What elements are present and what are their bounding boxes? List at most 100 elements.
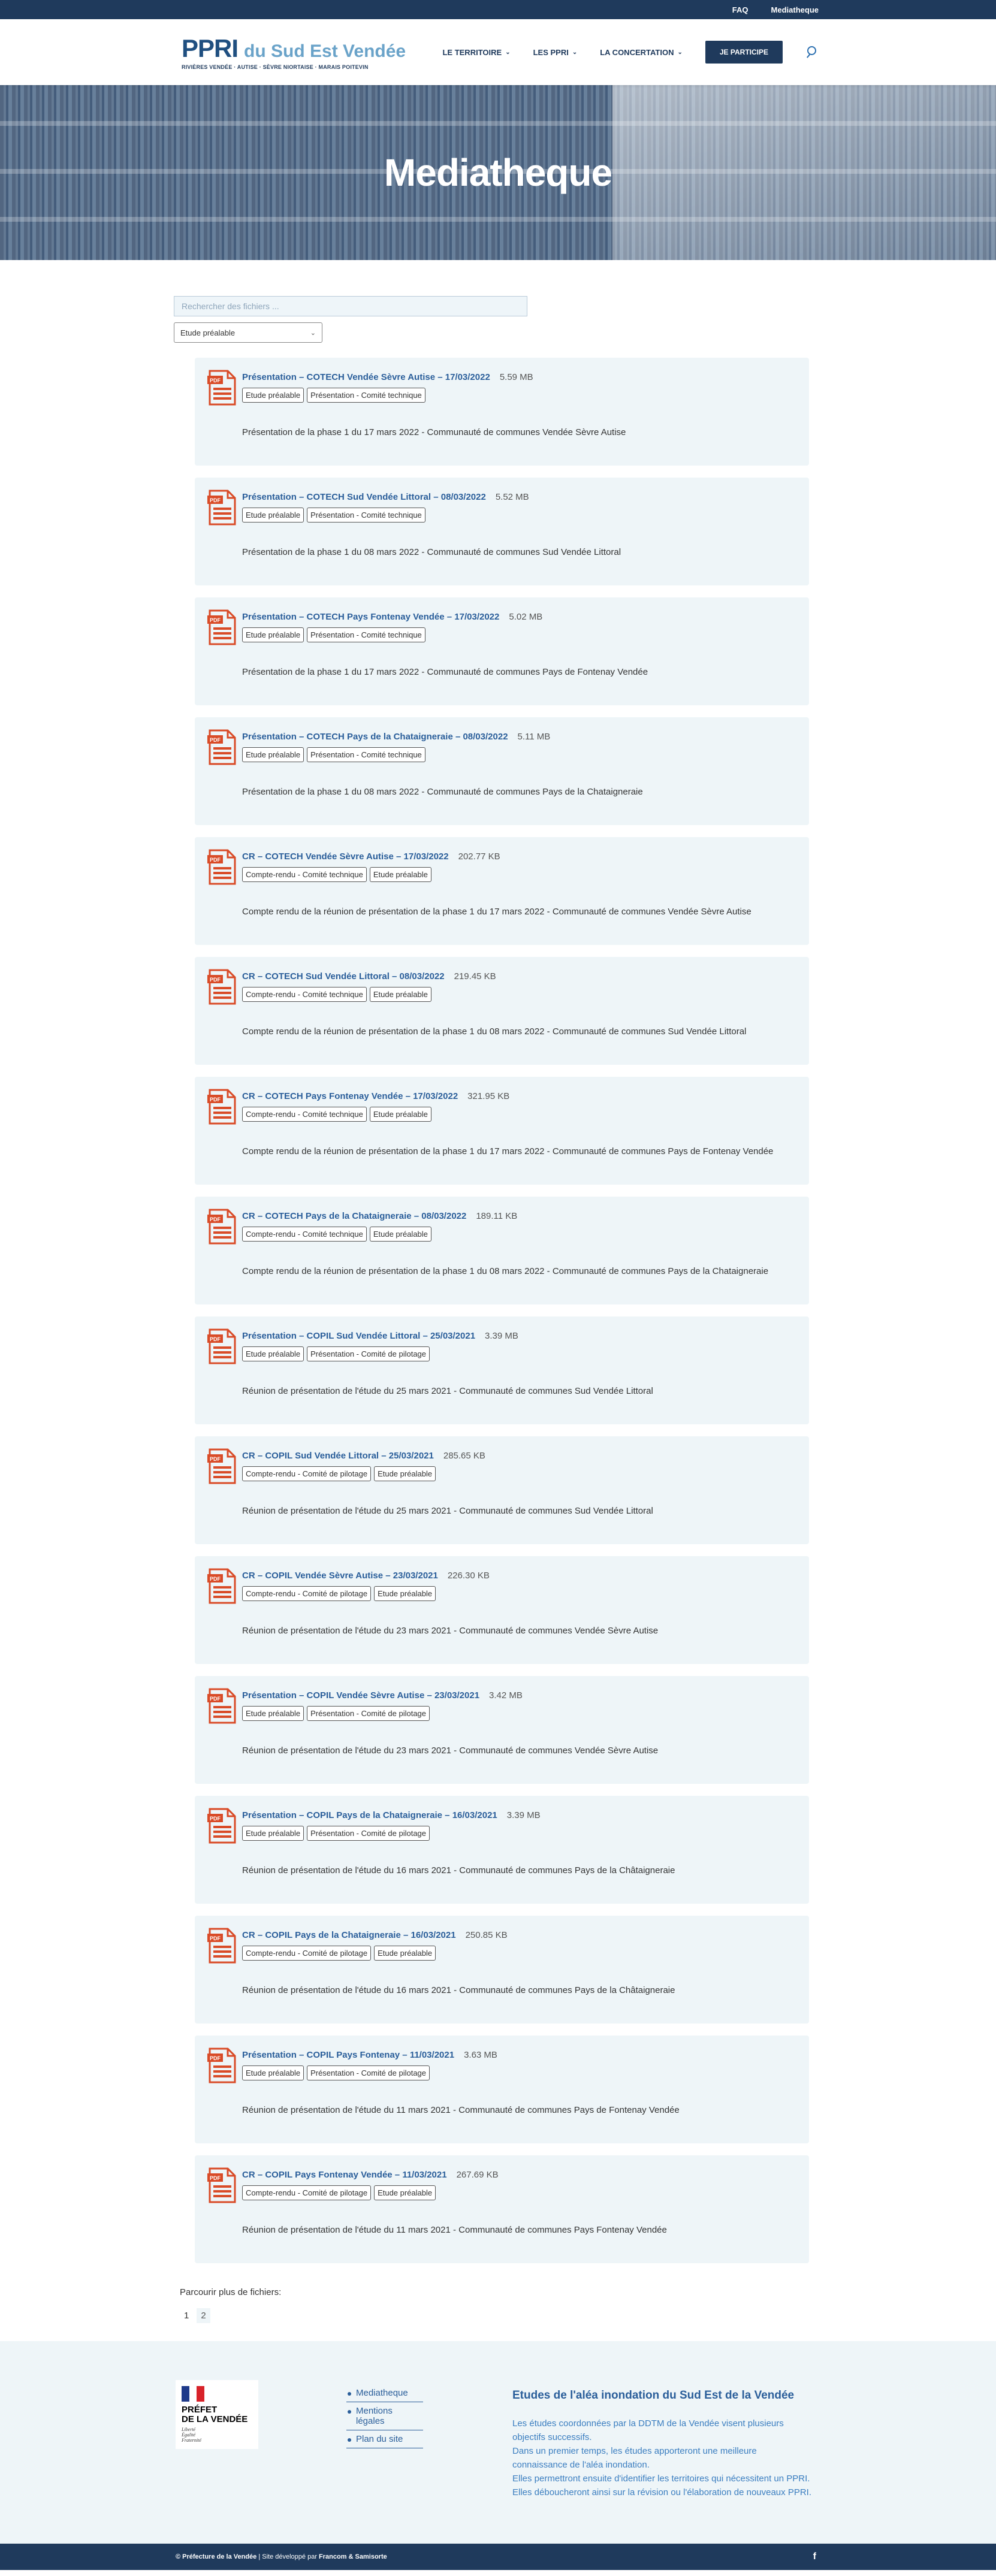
file-tag[interactable]: Présentation - Comité de pilotage bbox=[307, 1706, 430, 1721]
footer-link-mentions[interactable]: Mentions légales bbox=[346, 2402, 423, 2430]
chevron-down-icon: ⌄ bbox=[505, 49, 511, 56]
file-tag[interactable]: Etude préalable bbox=[242, 1826, 304, 1841]
nav-label: LE TERRITOIRE bbox=[442, 47, 502, 57]
file-size: 3.39 MB bbox=[506, 1810, 541, 1820]
file-tag[interactable]: Compte-rendu - Comité technique bbox=[242, 1107, 367, 1122]
file-title-link[interactable]: CR – COTECH Pays Fontenay Vendée – 17/03… bbox=[242, 1091, 458, 1101]
file-title-link[interactable]: Présentation – COTECH Vendée Sèvre Autis… bbox=[242, 372, 490, 382]
file-title-link[interactable]: Présentation – COPIL Pays de la Chataign… bbox=[242, 1810, 497, 1820]
file-tag[interactable]: Etude préalable bbox=[242, 747, 304, 762]
file-title-link[interactable]: CR – COTECH Vendée Sèvre Autise – 17/03/… bbox=[242, 851, 449, 862]
faq-link[interactable]: FAQ bbox=[732, 5, 748, 14]
file-tag[interactable]: Etude préalable bbox=[242, 1346, 304, 1361]
file-title-link[interactable]: Présentation – COPIL Vendée Sèvre Autise… bbox=[242, 1690, 479, 1701]
file-description: Réunion de présentation de l'étude du 11… bbox=[242, 2105, 680, 2115]
top-utility-bar: FAQ Mediatheque bbox=[0, 0, 996, 19]
file-size: 219.45 KB bbox=[454, 971, 496, 982]
file-tags: Compte-rendu - Comité technique Etude pré… bbox=[242, 1107, 431, 1122]
pdf-file-icon: PDF bbox=[207, 2047, 236, 2083]
file-tag[interactable]: Présentation - Comité de pilotage bbox=[307, 1346, 430, 1361]
footer-info: Etudes de l'aléa inondation du Sud Est d… bbox=[512, 2389, 812, 2499]
file-tag[interactable]: Etude préalable bbox=[374, 1946, 436, 1961]
file-description: Présentation de la phase 1 du 08 mars 20… bbox=[242, 547, 621, 557]
file-tags: Compte-rendu - Comité de pilotage Etude p… bbox=[242, 2185, 436, 2200]
file-title-link[interactable]: CR – COPIL Vendée Sèvre Autise – 23/03/2… bbox=[242, 1571, 438, 1581]
file-title-link[interactable]: Présentation – COTECH Pays de la Chataig… bbox=[242, 732, 508, 742]
footer-link-plan[interactable]: Plan du site bbox=[346, 2430, 423, 2448]
file-tag[interactable]: Présentation - Comité technique bbox=[307, 388, 425, 403]
site-logo[interactable]: PPRI du Sud Est Vendée RIVIÈRES VENDÉE ·… bbox=[182, 34, 406, 70]
file-list: PDF Présentation – COTECH Vendée Sèvre A… bbox=[0, 358, 996, 2263]
file-tag[interactable]: Présentation - Comité de pilotage bbox=[307, 1826, 430, 1841]
je-participe-button[interactable]: JE PARTICIPE bbox=[705, 41, 783, 64]
file-tag[interactable]: Présentation - Comité technique bbox=[307, 627, 425, 642]
footer-links: Mediatheque Mentions légales Plan du sit… bbox=[346, 2384, 423, 2448]
file-title-link[interactable]: Présentation – COTECH Pays Fontenay Vend… bbox=[242, 612, 499, 622]
file-tag[interactable]: Compte-rendu - Comité de pilotage bbox=[242, 1466, 372, 1481]
file-tag[interactable]: Compte-rendu - Comité technique bbox=[242, 867, 367, 882]
file-card: PDF Présentation – COTECH Vendée Sèvre A… bbox=[195, 358, 809, 466]
file-card: PDF Présentation – COPIL Pays Fontenay –… bbox=[195, 2036, 809, 2143]
page-link[interactable]: 2 bbox=[197, 2308, 210, 2323]
file-tag[interactable]: Présentation - Comité de pilotage bbox=[307, 2065, 430, 2080]
file-card: PDF CR – COTECH Sud Vendée Littoral – 08… bbox=[195, 957, 809, 1065]
nav-concertation[interactable]: LA CONCERTATION ⌄ bbox=[600, 48, 683, 57]
file-tag[interactable]: Etude préalable bbox=[242, 627, 304, 642]
file-title-link[interactable]: Présentation – COPIL Pays Fontenay – 11/… bbox=[242, 2050, 454, 2060]
file-tag[interactable]: Etude préalable bbox=[242, 388, 304, 403]
file-description: Réunion de présentation de l'étude du 25… bbox=[242, 1506, 653, 1516]
file-size: 3.39 MB bbox=[485, 1331, 518, 1341]
logo-tagline: RIVIÈRES VENDÉE · AUTISE · SÈVRE NIORTAI… bbox=[182, 64, 369, 70]
file-size: 189.11 KB bbox=[476, 1211, 518, 1221]
mediatheque-link[interactable]: Mediatheque bbox=[771, 5, 819, 14]
prefecture-logo: PRÉFET DE LA VENDÉE Liberté Égalité Frat… bbox=[176, 2380, 258, 2449]
category-filter-select[interactable]: Etude préalable ⌄ bbox=[174, 322, 322, 343]
file-tag[interactable]: Etude préalable bbox=[369, 987, 431, 1002]
nav-territoire[interactable]: LE TERRITOIRE ⌄ bbox=[442, 48, 510, 57]
file-title-link[interactable]: CR – COPIL Sud Vendée Littoral – 25/03/2… bbox=[242, 1451, 434, 1461]
file-card: PDF CR – COPIL Pays Fontenay Vendée – 11… bbox=[195, 2155, 809, 2263]
file-tag[interactable]: Etude préalable bbox=[374, 2185, 436, 2200]
file-title-link[interactable]: CR – COPIL Pays Fontenay Vendée – 11/03/… bbox=[242, 2170, 447, 2180]
file-tag[interactable]: Compte-rendu - Comité de pilotage bbox=[242, 1946, 372, 1961]
file-size: 321.95 KB bbox=[467, 1091, 510, 1101]
file-title-link[interactable]: CR – COPIL Pays de la Chataigneraie – 16… bbox=[242, 1930, 456, 1940]
svg-text:PDF: PDF bbox=[210, 378, 221, 383]
chevron-down-icon: ⌄ bbox=[310, 329, 316, 337]
file-card: PDF CR – COTECH Vendée Sèvre Autise – 17… bbox=[195, 837, 809, 945]
file-tags: Etude préalable Présentation - Comité tec… bbox=[242, 388, 425, 403]
file-tag[interactable]: Compte-rendu - Comité technique bbox=[242, 987, 367, 1002]
file-card: PDF Présentation – COTECH Pays Fontenay … bbox=[195, 597, 809, 705]
svg-text:PDF: PDF bbox=[210, 1097, 221, 1103]
file-tag[interactable]: Etude préalable bbox=[242, 508, 304, 523]
footer-link-mediatheque[interactable]: Mediatheque bbox=[346, 2384, 423, 2402]
file-tags: Etude préalable Présentation - Comité tec… bbox=[242, 508, 425, 523]
file-tag[interactable]: Etude préalable bbox=[369, 1227, 431, 1242]
file-tag[interactable]: Présentation - Comité technique bbox=[307, 747, 425, 762]
file-size: 5.02 MB bbox=[509, 612, 543, 622]
file-title-link[interactable]: Présentation – COPIL Sud Vendée Littoral… bbox=[242, 1331, 475, 1341]
file-tag[interactable]: Compte-rendu - Comité de pilotage bbox=[242, 2185, 372, 2200]
site-footer: PRÉFET DE LA VENDÉE Liberté Égalité Frat… bbox=[0, 2341, 996, 2544]
search-icon[interactable] bbox=[805, 46, 819, 59]
file-card: PDF CR – COPIL Sud Vendée Littoral – 25/… bbox=[195, 1436, 809, 1544]
file-title-link[interactable]: CR – COTECH Sud Vendée Littoral – 08/03/… bbox=[242, 971, 445, 982]
pagination: 1 2 bbox=[180, 2308, 996, 2323]
file-search-input[interactable] bbox=[174, 296, 527, 316]
file-tag[interactable]: Etude préalable bbox=[374, 1586, 436, 1601]
file-tag[interactable]: Etude préalable bbox=[242, 1706, 304, 1721]
file-tag[interactable]: Etude préalable bbox=[374, 1466, 436, 1481]
file-tag[interactable]: Compte-rendu - Comité technique bbox=[242, 1227, 367, 1242]
file-tag[interactable]: Etude préalable bbox=[369, 1107, 431, 1122]
nav-ppri[interactable]: LES PPRI ⌄ bbox=[533, 48, 578, 57]
file-title-link[interactable]: Présentation – COTECH Sud Vendée Littora… bbox=[242, 492, 486, 502]
file-tag[interactable]: Présentation - Comité technique bbox=[307, 508, 425, 523]
facebook-icon[interactable]: f bbox=[813, 2551, 816, 2562]
file-tag[interactable]: Etude préalable bbox=[242, 2065, 304, 2080]
file-title-link[interactable]: CR – COTECH Pays de la Chataigneraie – 0… bbox=[242, 1211, 466, 1221]
file-tag[interactable]: Compte-rendu - Comité de pilotage bbox=[242, 1586, 372, 1601]
file-tags: Compte-rendu - Comité de pilotage Etude p… bbox=[242, 1946, 436, 1961]
file-tags: Etude préalable Présentation - Comité de … bbox=[242, 1346, 430, 1361]
file-card: PDF CR – COTECH Pays de la Chataigneraie… bbox=[195, 1197, 809, 1304]
file-tag[interactable]: Etude préalable bbox=[369, 867, 431, 882]
